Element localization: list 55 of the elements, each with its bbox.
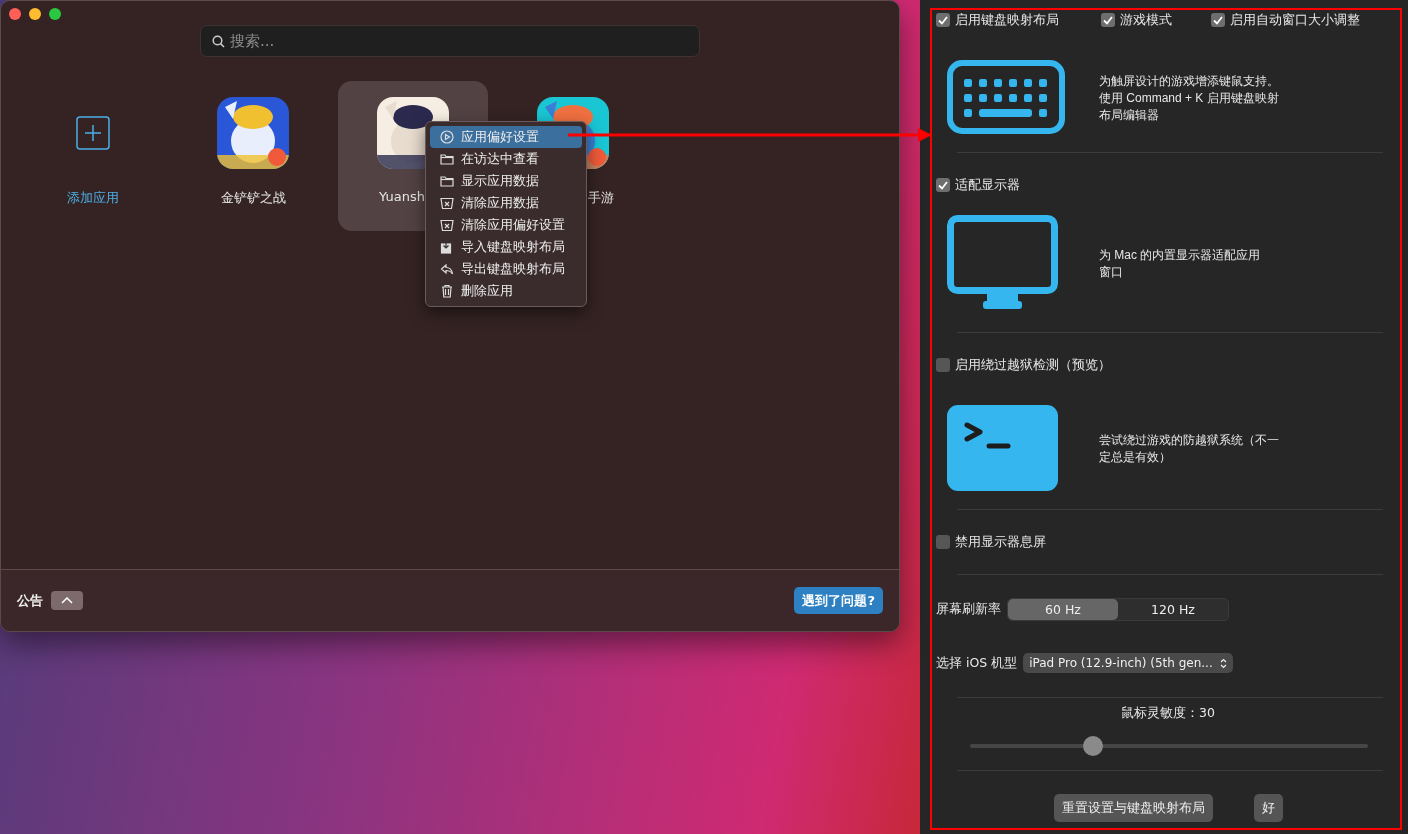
checkbox-option[interactable]: 启用键盘映射布局 xyxy=(936,11,1101,29)
checkbox-option[interactable]: 启用绕过越狱检测（预览） xyxy=(936,356,1111,374)
terminal-icon xyxy=(947,404,1058,491)
up-down-chevron-icon xyxy=(1220,657,1228,669)
reply-arrow-icon xyxy=(440,262,454,276)
window-control[interactable] xyxy=(9,8,21,20)
tray-x-icon xyxy=(440,196,454,210)
ok-button[interactable]: 好 xyxy=(1253,794,1283,822)
help-button[interactable]: 遇到了问题? xyxy=(794,587,883,614)
window-control[interactable] xyxy=(49,8,61,20)
menu-item[interactable]: 应用偏好设置 xyxy=(430,126,582,148)
feature-description: 为触屏设计的游戏增添键鼠支持。使用 Command + K 启用键盘映射布局编辑器 xyxy=(1099,72,1280,124)
app-name: 添加应用 xyxy=(67,189,119,207)
folder-icon xyxy=(440,174,454,188)
device-model-select[interactable]: iPad Pro (12.9-inch) (5th gen... xyxy=(1023,653,1234,673)
slider-thumb[interactable] xyxy=(1083,736,1104,756)
checkbox[interactable] xyxy=(936,13,950,27)
segment[interactable]: 120 Hz xyxy=(1118,598,1228,620)
add-icon[interactable] xyxy=(76,116,110,150)
app-name: Yuansh xyxy=(379,189,425,204)
checkbox[interactable] xyxy=(936,358,950,372)
reset-button[interactable]: 重置设置与键盘映射布局 xyxy=(1053,794,1213,822)
checkbox-option[interactable]: 游戏模式 xyxy=(1101,11,1211,29)
feature-description: 为 Mac 的内置显示器适配应用窗口 xyxy=(1099,246,1262,281)
checkbox[interactable] xyxy=(936,535,950,549)
search-icon xyxy=(212,35,225,48)
checkbox-option[interactable]: 禁用显示器息屏 xyxy=(936,533,1046,551)
expand-button[interactable] xyxy=(51,591,83,610)
keyboard-icon xyxy=(947,59,1065,134)
app-name: 手游 xyxy=(588,189,614,207)
window-control[interactable] xyxy=(29,8,41,20)
checkbox[interactable] xyxy=(936,178,950,192)
sensitivity-label: 鼠标灵敏度：30 xyxy=(1121,705,1215,721)
tray-x-icon xyxy=(440,218,454,232)
checkbox-option[interactable]: 适配显示器 xyxy=(936,176,1020,194)
refresh-rate-label: 屏幕刷新率 xyxy=(936,600,1001,618)
announcement-label: 公告 xyxy=(17,591,43,610)
menu-item[interactable]: 导入键盘映射布局 xyxy=(430,236,582,258)
feature-description: 尝试绕过游戏的防越狱系统（不一定总是有效） xyxy=(1099,432,1280,466)
monitor-icon xyxy=(947,214,1058,310)
import-icon xyxy=(440,240,454,254)
slider-track[interactable] xyxy=(970,738,1368,754)
menu-item[interactable]: 导出键盘映射布局 xyxy=(430,258,582,280)
trash-icon xyxy=(440,284,454,298)
app-name: 金铲铲之战 xyxy=(220,189,286,207)
play-circle-icon xyxy=(440,130,454,144)
search-field[interactable]: 搜索... xyxy=(200,25,700,57)
device-model-label: 选择 iOS 机型 xyxy=(936,654,1018,672)
folder-icon xyxy=(440,152,454,166)
segment[interactable]: 60 Hz xyxy=(1008,598,1118,620)
checkbox[interactable] xyxy=(1101,13,1115,27)
checkbox[interactable] xyxy=(1211,13,1225,27)
checkbox-option[interactable]: 启用自动窗口大小调整 xyxy=(1211,11,1360,29)
chevron-up-icon xyxy=(61,597,73,604)
menu-item[interactable]: 删除应用 xyxy=(430,280,582,302)
